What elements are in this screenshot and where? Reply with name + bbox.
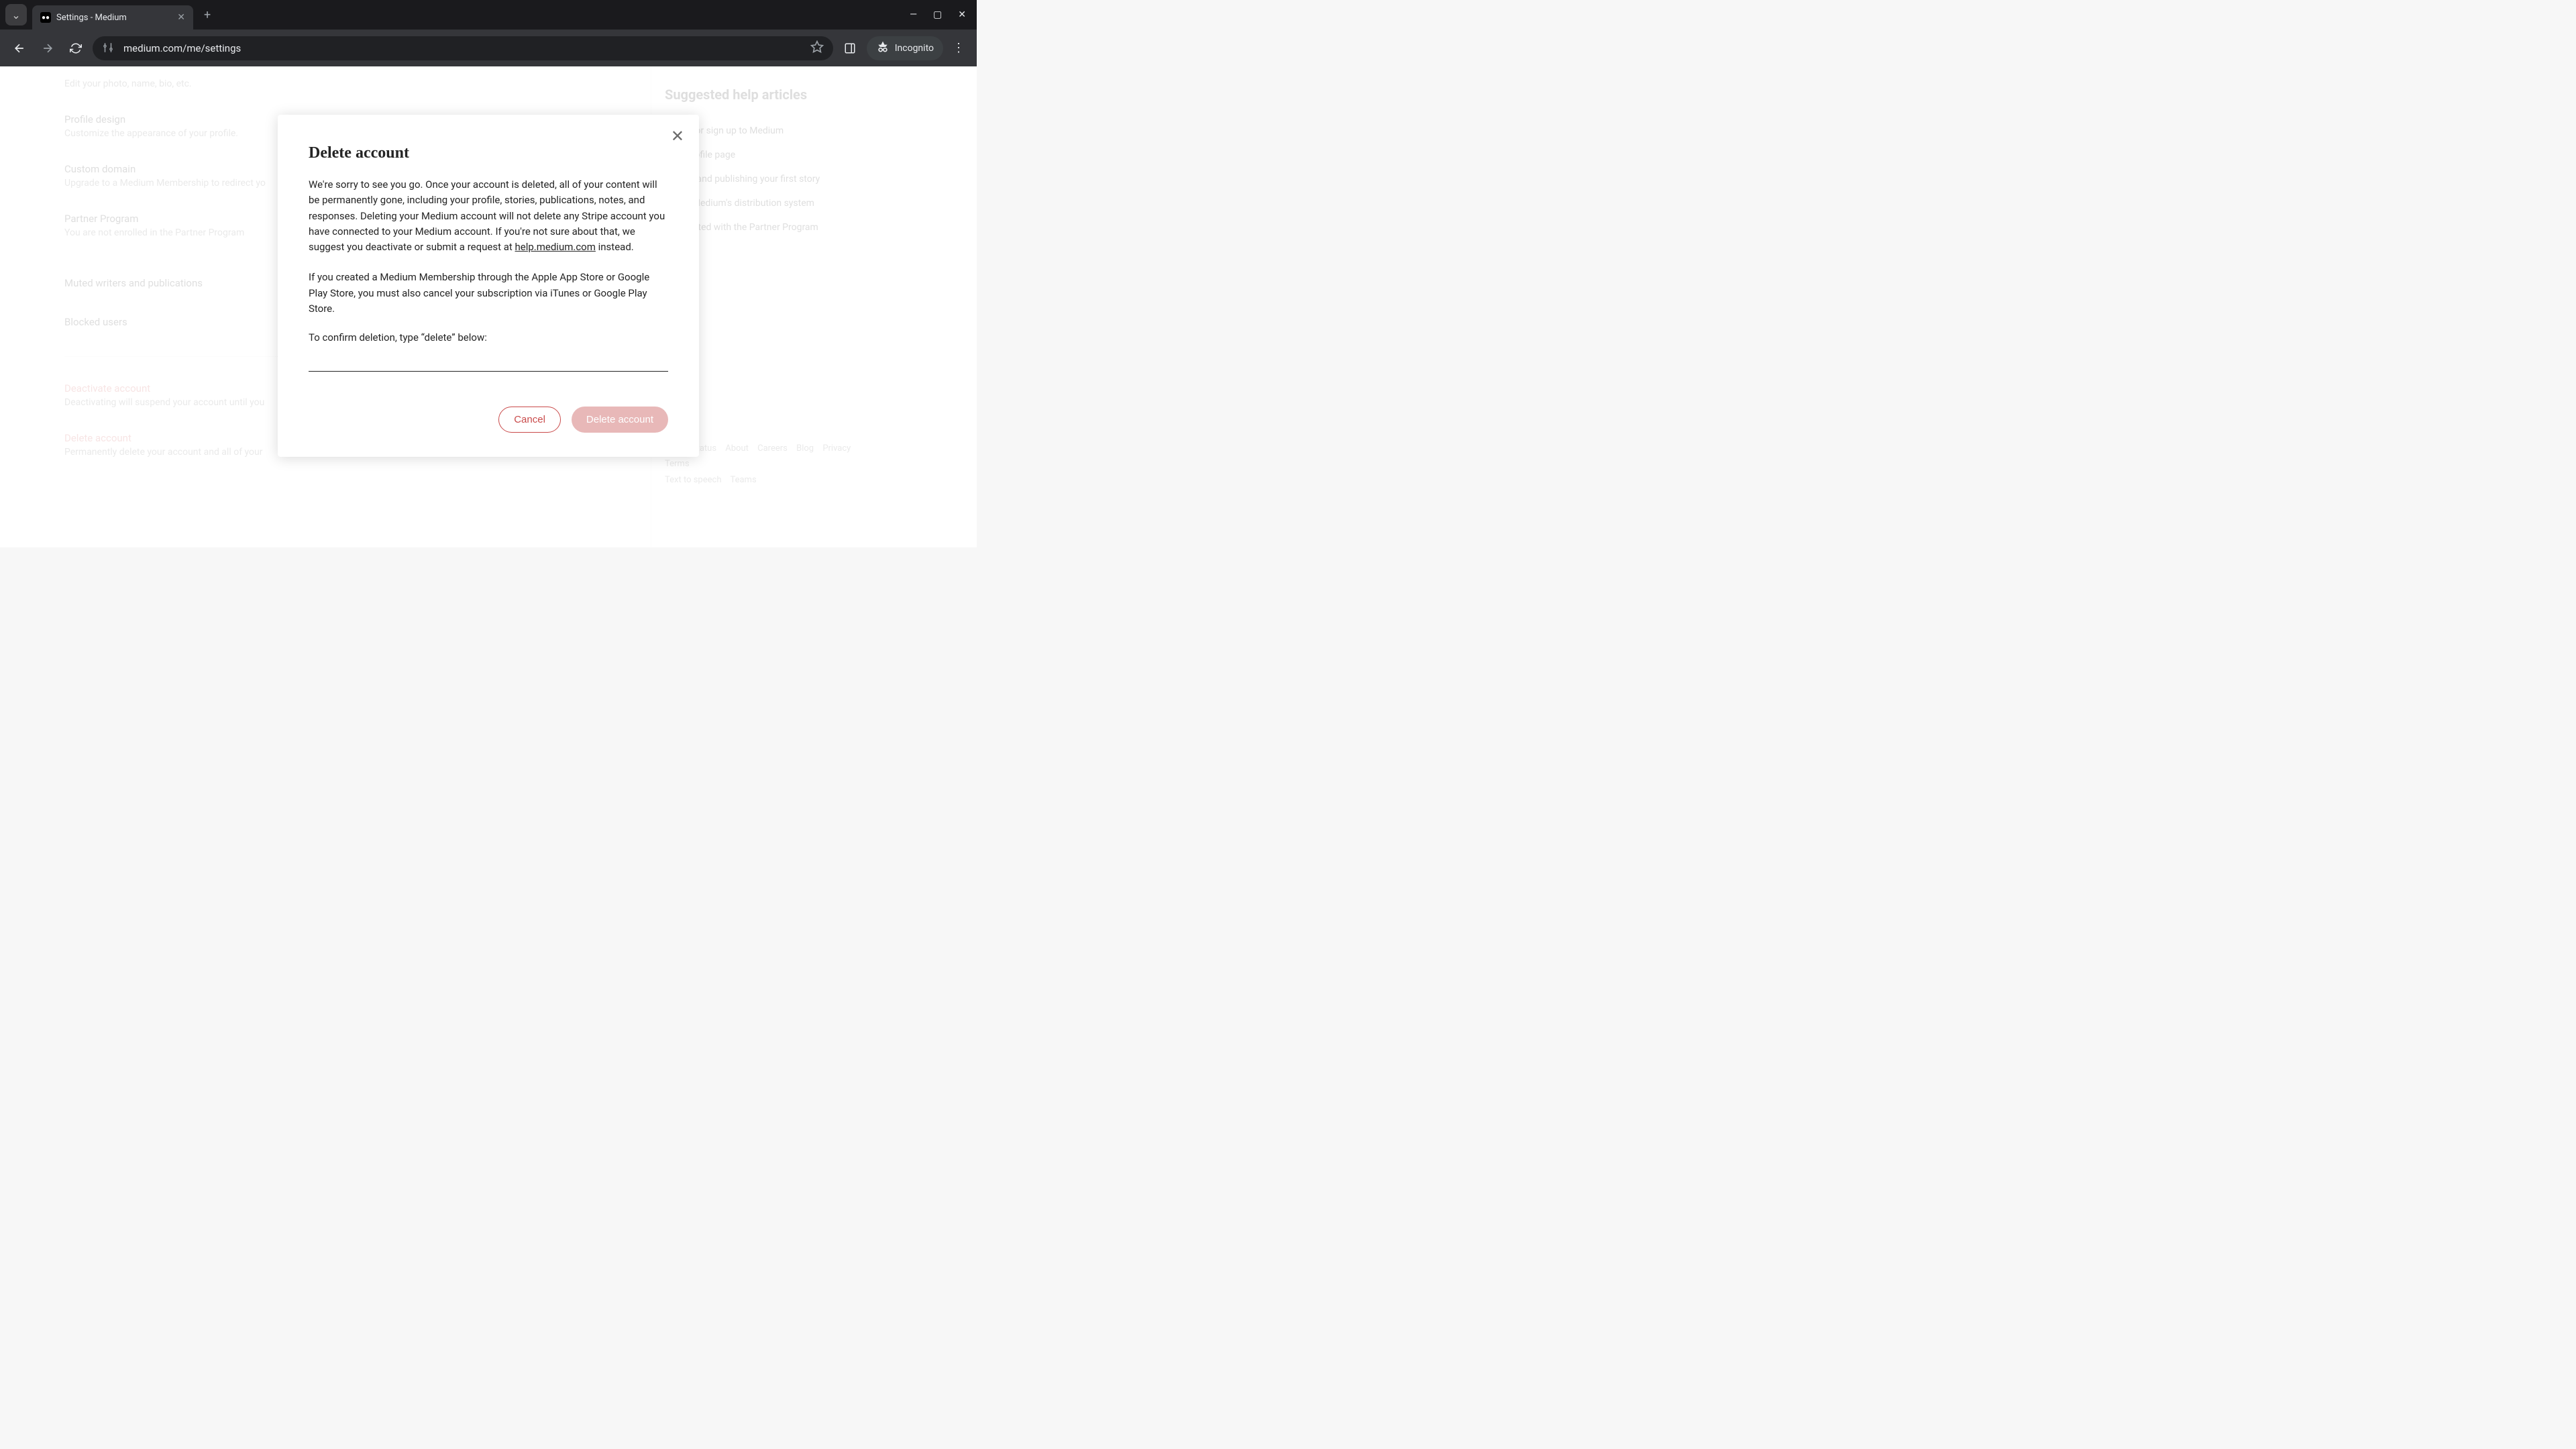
- forward-button[interactable]: [36, 37, 59, 60]
- modal-actions: Cancel Delete account: [309, 407, 668, 433]
- reload-button[interactable]: [64, 37, 87, 60]
- address-bar-row: medium.com/me/settings Incognito ⋮: [0, 30, 977, 66]
- new-tab-button[interactable]: +: [204, 8, 211, 22]
- modal-paragraph-1: We're sorry to see you go. Once your acc…: [309, 177, 668, 255]
- close-icon: ✕: [671, 127, 684, 146]
- cancel-button[interactable]: Cancel: [498, 407, 561, 433]
- confirm-label: To confirm deletion, type “delete” below…: [309, 331, 668, 343]
- delete-account-modal: ✕ Delete account We're sorry to see you …: [278, 115, 699, 457]
- close-modal-button[interactable]: ✕: [671, 127, 684, 146]
- close-tab-icon[interactable]: ✕: [177, 12, 185, 23]
- modal-paragraph-2: If you created a Medium Membership throu…: [309, 270, 668, 317]
- close-window-icon[interactable]: ✕: [958, 9, 966, 20]
- tab-bar: ⌄ ●● Settings - Medium ✕ + — ▢ ✕: [0, 0, 977, 30]
- url-text: medium.com/me/settings: [123, 42, 241, 54]
- help-medium-link[interactable]: help.medium.com: [515, 241, 596, 253]
- window-controls: — ▢ ✕: [910, 9, 977, 20]
- site-settings-icon[interactable]: [102, 42, 115, 55]
- side-panel-icon[interactable]: [839, 37, 861, 60]
- tab-search-dropdown[interactable]: ⌄: [5, 4, 27, 25]
- modal-title: Delete account: [309, 144, 668, 162]
- chevron-down-icon: ⌄: [11, 9, 20, 21]
- browser-chrome: ⌄ ●● Settings - Medium ✕ + — ▢ ✕ medium.…: [0, 0, 977, 66]
- confirm-delete-input[interactable]: [309, 352, 668, 372]
- minimize-icon[interactable]: —: [910, 9, 917, 20]
- incognito-indicator[interactable]: Incognito: [867, 36, 943, 60]
- incognito-icon: [876, 40, 890, 56]
- delete-account-button[interactable]: Delete account: [572, 407, 668, 433]
- maximize-icon[interactable]: ▢: [933, 9, 942, 20]
- chrome-menu-icon[interactable]: ⋮: [949, 41, 969, 55]
- tab-title: Settings - Medium: [56, 13, 127, 23]
- modal-overlay: ✕ Delete account We're sorry to see you …: [0, 66, 977, 547]
- incognito-label: Incognito: [895, 43, 934, 54]
- back-button[interactable]: [8, 37, 31, 60]
- medium-favicon-icon: ●●: [40, 12, 51, 23]
- address-bar[interactable]: medium.com/me/settings: [93, 36, 833, 60]
- browser-tab[interactable]: ●● Settings - Medium ✕: [32, 5, 193, 30]
- star-icon[interactable]: [810, 40, 824, 56]
